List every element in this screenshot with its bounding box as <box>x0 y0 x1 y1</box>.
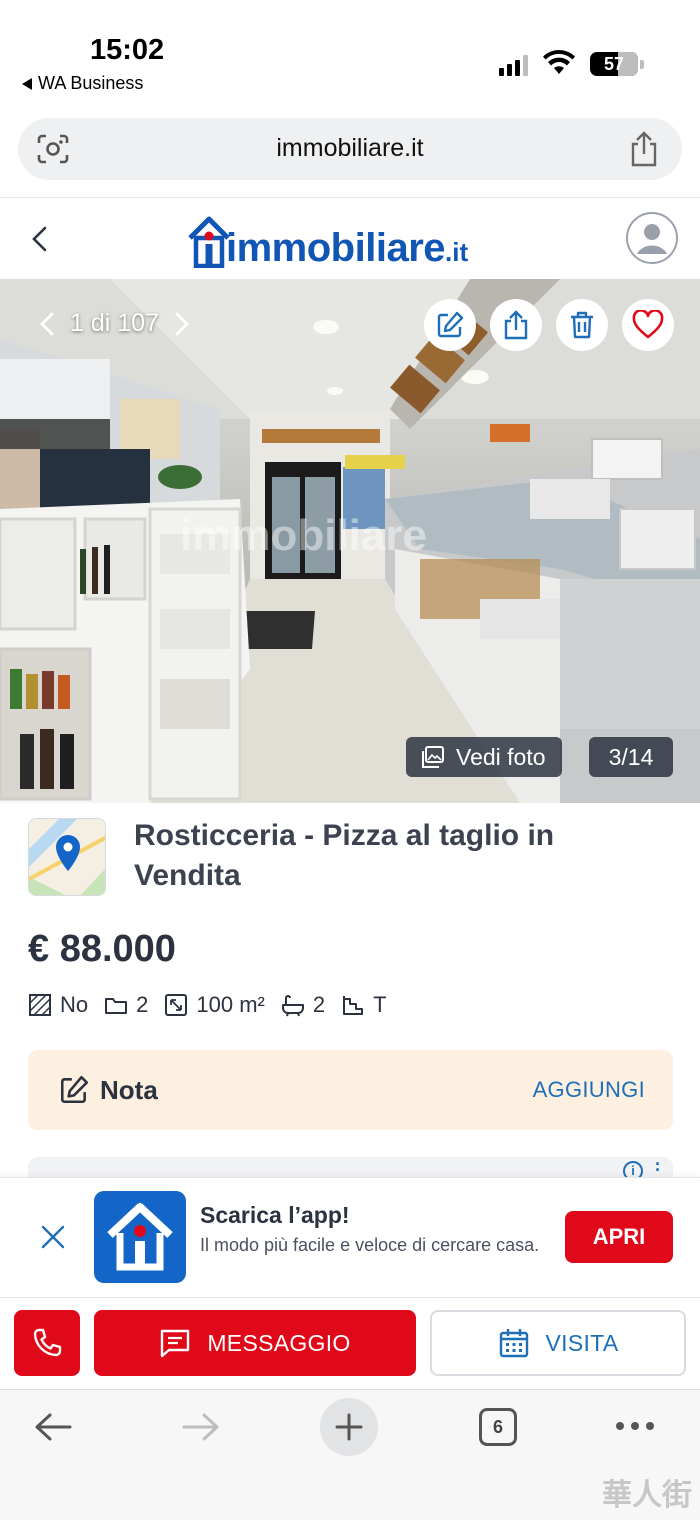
message-button[interactable]: MESSAGGIO <box>94 1310 416 1376</box>
site-header: immobiliare .it <box>0 197 700 279</box>
favorite-button[interactable] <box>622 299 674 351</box>
heart-icon <box>632 310 664 339</box>
delete-button[interactable] <box>556 299 608 351</box>
more-options-icon[interactable]: · · <box>655 1155 661 1179</box>
feature-surface: 100 m² <box>164 992 265 1018</box>
floor-plan-icon <box>29 994 51 1016</box>
message-icon <box>161 1329 190 1358</box>
wifi-icon <box>543 50 575 74</box>
feature-floor: T <box>341 992 387 1018</box>
source-watermark: 華人街 <box>602 1478 692 1513</box>
surface-icon <box>165 994 188 1016</box>
rooms-icon <box>105 998 128 1014</box>
share-icon <box>504 310 528 340</box>
url-text: immobiliare.it <box>276 134 424 162</box>
add-note-button[interactable]: AGGIUNGI <box>533 1077 645 1103</box>
new-tab-button[interactable] <box>320 1398 378 1456</box>
photo-index-badge: 3/14 <box>589 737 673 777</box>
back-triangle-icon <box>22 77 32 90</box>
photo-actions <box>424 299 674 351</box>
close-icon[interactable] <box>38 1222 68 1252</box>
status-time: 15:02 <box>90 34 165 66</box>
cellular-signal-icon <box>499 54 528 76</box>
photo-watermark: immobiliare <box>180 511 427 560</box>
message-label: MESSAGGIO <box>207 1329 351 1356</box>
back-to-app-link[interactable]: WA Business <box>22 73 143 94</box>
note-card: Nota AGGIUNGI <box>28 1050 673 1130</box>
gallery-icon <box>422 746 444 768</box>
app-icon <box>94 1191 186 1283</box>
view-photos-button[interactable]: Vedi foto <box>406 737 562 777</box>
call-button[interactable] <box>14 1310 80 1376</box>
bathtub-icon <box>281 995 304 1017</box>
feature-floor-plan: No <box>28 992 88 1018</box>
browser-toolbar: 6 華人街 <box>0 1389 700 1520</box>
trash-icon <box>571 311 593 339</box>
share-icon[interactable] <box>628 130 660 168</box>
previous-photo-icon[interactable] <box>38 311 56 337</box>
logo-word: immobiliare <box>226 226 446 270</box>
banner-title: Scarica l’app! <box>200 1202 350 1228</box>
map-thumbnail[interactable] <box>28 818 106 896</box>
stairs-icon <box>343 996 364 1015</box>
contact-action-bar: MESSAGGIO VISITA <box>0 1297 700 1389</box>
share-listing-button[interactable] <box>490 299 542 351</box>
battery-indicator: 57 <box>590 52 638 76</box>
gallery-counter: 1 di 107 <box>38 309 191 338</box>
app-house-icon <box>107 1203 173 1271</box>
feature-rooms: 2 <box>104 992 148 1018</box>
app-download-banner: Scarica l’app! Il modo più facile e velo… <box>0 1177 700 1297</box>
gallery-counter-text: 1 di 107 <box>70 309 159 337</box>
feature-list: No 2 100 m² 2 T <box>28 992 387 1018</box>
plus-icon <box>335 1413 363 1441</box>
phone-icon <box>33 1328 62 1357</box>
listing-photo[interactable]: immobiliare 1 di 107 Vedi foto 3/14 <box>0 279 700 803</box>
edit-icon <box>437 311 464 338</box>
note-label: Nota <box>58 1074 158 1106</box>
address-bar[interactable]: immobiliare.it <box>18 118 682 180</box>
view-photos-label: Vedi foto <box>456 743 546 770</box>
user-avatar[interactable] <box>626 212 678 264</box>
browser-back-icon[interactable] <box>32 1410 74 1444</box>
next-photo-icon[interactable] <box>173 311 191 337</box>
logo-tld: .it <box>445 237 469 267</box>
map-pin-icon <box>29 819 105 895</box>
note-edit-icon <box>60 1075 89 1104</box>
calendar-icon <box>499 1329 528 1358</box>
listing-price: € 88.000 <box>28 928 176 970</box>
feature-bathrooms: 2 <box>281 992 325 1018</box>
user-icon <box>630 216 674 260</box>
visit-button[interactable]: VISITA <box>430 1310 686 1376</box>
immobiliare-logo[interactable]: immobiliare .it <box>186 210 468 268</box>
edit-button[interactable] <box>424 299 476 351</box>
browser-forward-icon[interactable] <box>180 1410 222 1444</box>
visit-label: VISITA <box>545 1329 619 1356</box>
banner-subtitle: Il modo più facile e veloce di cercare c… <box>200 1235 540 1255</box>
back-app-label: WA Business <box>38 73 144 93</box>
status-bar: 15:02 WA Business 57 <box>0 0 700 108</box>
open-app-button[interactable]: APRI <box>565 1211 673 1263</box>
battery-tip <box>640 60 644 69</box>
back-chevron-icon[interactable] <box>26 224 54 254</box>
listing-title: Rosticceria - Pizza al taglio in Vendita <box>134 819 555 892</box>
tabs-button[interactable]: 6 <box>479 1408 517 1446</box>
more-menu-icon[interactable] <box>614 1420 656 1432</box>
